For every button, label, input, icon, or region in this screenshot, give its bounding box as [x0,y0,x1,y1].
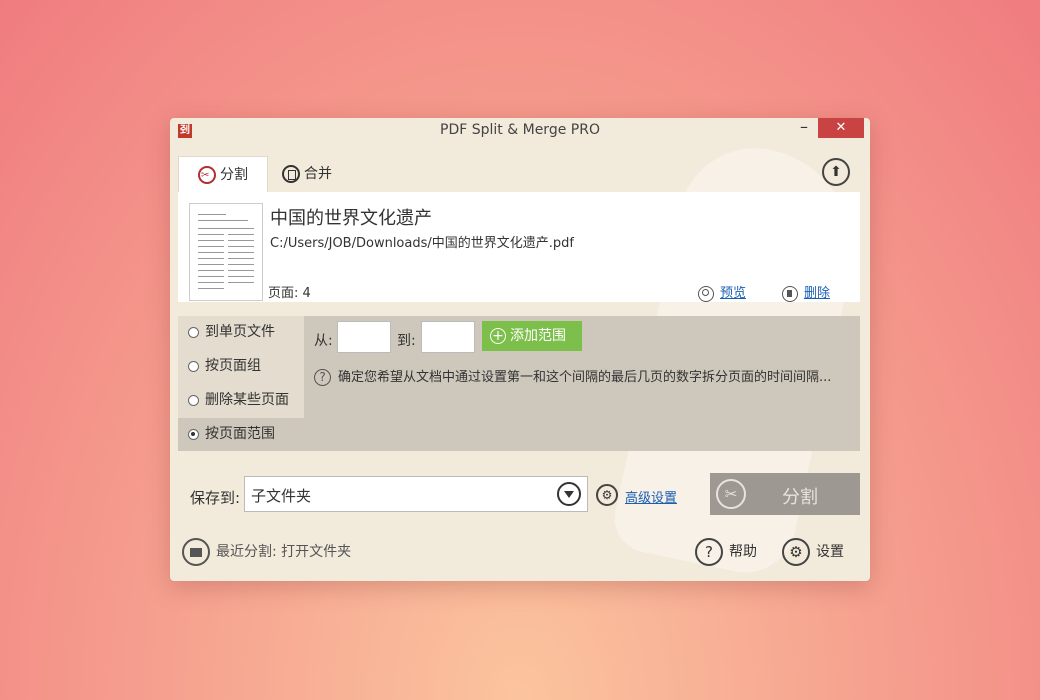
chevron-down-icon[interactable] [557,482,581,506]
range-hint: 确定您希望从文档中通过设置第一和这个间隔的最后几页的数字拆分页面的时间间隔... [338,370,832,385]
preview-button[interactable]: 预览 [698,282,746,302]
compass-icon[interactable]: ⬆ [822,158,850,186]
tab-merge-label: 合并 [304,166,332,182]
radio-button[interactable] [188,360,199,372]
mode-page-ranges[interactable]: 按页面范围 [178,418,304,451]
mode-single-pages[interactable]: 到单页文件 [178,316,304,349]
add-range-button[interactable]: + 添加范围 [482,321,582,351]
split-mode-list: 到单页文件 按页面组 删除某些页面 按页面范围 [178,316,304,451]
file-title: 中国的世界文化遗产 [270,208,432,229]
gear-icon: ⚙ [782,538,810,566]
help-button[interactable]: ? 帮助 [695,538,757,566]
scissors-icon: ✂ [716,479,746,509]
split-button[interactable]: ✂ 分割 [710,473,860,515]
radio-button[interactable] [188,394,199,406]
mode-page-groups[interactable]: 按页面组 [178,350,304,383]
scissors-icon [198,158,216,194]
delete-button[interactable]: 删除 [782,282,830,302]
mode-label: 按页面组 [205,358,261,374]
mode-delete-pages[interactable]: 删除某些页面 [178,384,304,417]
gear-icon[interactable]: ⚙ [596,484,618,506]
file-panel: 中国的世界文化遗产 C:/Users/JOB/Downloads/中国的世界文化… [178,192,860,302]
save-location-value: 子文件夹 [251,487,312,505]
minimize-button[interactable]: – [792,118,816,140]
radio-button[interactable] [188,428,199,440]
save-to-label: 保存到: [190,489,241,507]
mode-label: 按页面范围 [205,426,275,442]
page-count: 页面: 4 [268,286,311,301]
radio-button[interactable] [188,326,199,338]
document-icon [282,165,300,183]
window-title: PDF Split & Merge PRO [440,122,600,138]
delete-label: 删除 [804,286,831,301]
to-input[interactable] [421,321,475,353]
tab-split[interactable]: 分割 [178,156,268,194]
trash-icon [782,285,798,302]
from-label: 从: [314,333,333,349]
pdf-thumbnail[interactable] [189,203,263,301]
recent-split-label: 最近分割: 打开文件夹 [216,544,352,560]
plus-icon: + [490,328,506,344]
mode-label: 删除某些页面 [205,392,289,408]
help-label: 帮助 [729,544,757,560]
advanced-settings-link[interactable]: 高级设置 [625,487,677,506]
tab-merge[interactable]: 合并 [282,156,332,192]
settings-button[interactable]: ⚙ 设置 [782,538,844,566]
add-range-label: 添加范围 [510,328,566,344]
help-icon: ? [695,538,723,566]
app-window: 刭 PDF Split & Merge PRO – ✕ 分割 合并 ⬆ [170,118,870,581]
question-icon: ? [314,369,331,386]
range-panel: 从: 到: + 添加范围 ? 确定您希望从文档中通过设置第一和这个间隔的最后几页的… [304,316,860,451]
preview-label: 预览 [720,286,747,301]
settings-label: 设置 [816,544,844,560]
magnifier-icon [698,285,714,302]
tab-split-label: 分割 [220,167,248,183]
mode-label: 到单页文件 [205,324,275,340]
recent-split-link[interactable]: 最近分割: 打开文件夹 [182,538,351,566]
close-button[interactable]: ✕ [818,118,864,138]
save-location-select[interactable]: 子文件夹 [244,476,588,512]
folder-icon [182,538,210,566]
title-bar[interactable]: 刭 PDF Split & Merge PRO – ✕ [170,118,870,144]
from-input[interactable] [337,321,391,353]
file-path: C:/Users/JOB/Downloads/中国的世界文化遗产.pdf [270,236,574,251]
to-label: 到: [397,333,416,349]
split-button-label: 分割 [782,487,818,508]
